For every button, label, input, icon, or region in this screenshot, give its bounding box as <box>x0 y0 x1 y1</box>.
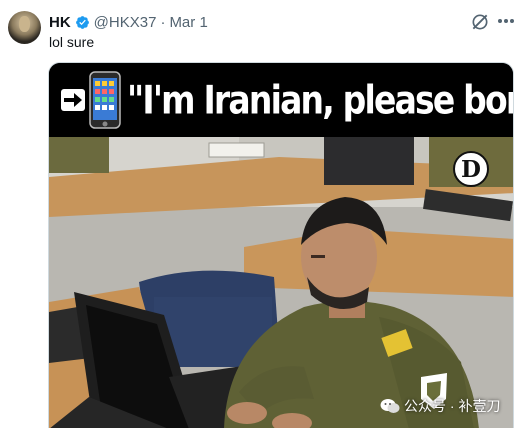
tweet-header: HK @HKX37 · Mar 1 <box>49 12 208 32</box>
more-icon[interactable] <box>498 14 520 28</box>
tweet-media[interactable]: "I'm Iranian, please bomb us." D <box>48 62 514 428</box>
author-name[interactable]: HK <box>49 14 71 31</box>
office-photo: D <box>49 137 513 428</box>
phone-icon <box>89 71 121 129</box>
meme-caption-bar: "I'm Iranian, please bomb us." <box>49 63 513 137</box>
tweet-date[interactable]: Mar 1 <box>169 14 207 31</box>
verified-badge-icon <box>75 15 89 29</box>
avatar[interactable] <box>8 11 41 44</box>
wechat-icon <box>380 399 400 413</box>
author-handle[interactable]: @HKX37 <box>94 14 157 31</box>
separator-dot: · <box>160 13 166 31</box>
grok-icon[interactable] <box>470 12 490 32</box>
publisher-logo: D <box>453 151 489 187</box>
watermark: 公众号 · 补壹刀 <box>380 396 500 416</box>
svg-text:D: D <box>461 156 481 183</box>
arrow-right-icon <box>61 89 85 111</box>
tweet-text: lol sure <box>49 34 95 50</box>
avatar-face <box>19 16 30 32</box>
meme-caption: "I'm Iranian, please bomb us." <box>127 77 513 124</box>
watermark-text: 公众号 · 补壹刀 <box>404 398 501 414</box>
